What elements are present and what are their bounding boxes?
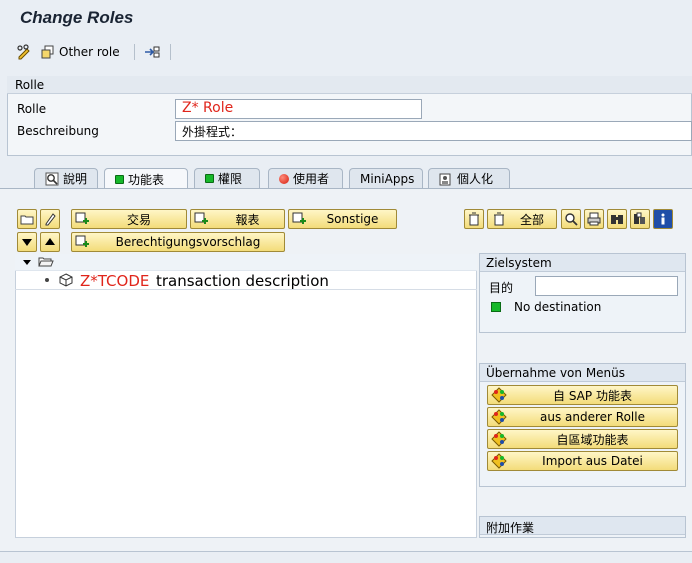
printer-icon (587, 212, 601, 226)
import-area-menu-button[interactable]: 自區域功能表 (487, 429, 678, 449)
add-node-icon (74, 210, 92, 228)
description-label: Beschreibung (17, 124, 99, 138)
tab-personalization[interactable]: 個人化 (428, 168, 510, 188)
toolbar-separator (170, 44, 171, 60)
delete-button[interactable] (464, 209, 484, 229)
other-role-label: Other role (59, 45, 120, 59)
import-menu-icon (490, 386, 508, 404)
tree-node-bullet (45, 278, 49, 282)
import-menu-icon (490, 430, 508, 448)
tab-miniapps[interactable]: MiniApps (349, 168, 423, 188)
authorization-proposal-label: Berechtigungsvorschlag (115, 235, 261, 249)
tab-label: 個人化 (457, 172, 494, 186)
import-from-file-button[interactable]: Import aus Datei (487, 451, 678, 471)
add-node-icon (193, 210, 211, 228)
arrow-up-icon (45, 238, 55, 245)
tab-label: MiniApps (360, 171, 415, 186)
tab-menu[interactable]: 功能表 (104, 168, 188, 189)
tree-row-divider (15, 289, 477, 290)
add-report-label: 報表 (235, 212, 260, 227)
move-down-button[interactable] (17, 232, 37, 252)
tab-description[interactable]: 說明 (34, 168, 98, 188)
rename-button[interactable] (40, 209, 60, 229)
new-folder-button[interactable] (17, 209, 37, 229)
tree-node-description[interactable]: transaction description (156, 272, 329, 290)
arrow-down-icon (22, 239, 32, 246)
pencil-glasses-icon (17, 44, 30, 60)
import-other-role-button[interactable]: aus anderer Rolle (487, 407, 678, 427)
binoculars-button[interactable] (607, 209, 627, 229)
columns-icon (634, 212, 645, 224)
page-title: Change Roles (20, 8, 134, 27)
target-system-header: Zielsystem (480, 254, 685, 272)
tab-label: 使用者 (293, 172, 330, 186)
binoculars-icon (611, 215, 623, 224)
print-button[interactable] (584, 209, 604, 229)
tab-authorizations[interactable]: 權限 (194, 168, 260, 188)
folder-open-icon (38, 255, 54, 271)
role-label: Rolle (17, 102, 47, 116)
hierarchy-button[interactable] (143, 41, 161, 63)
display-change-button[interactable] (16, 41, 32, 63)
find-button[interactable] (561, 209, 581, 229)
info-button[interactable] (653, 209, 673, 229)
tab-label: 功能表 (128, 172, 165, 187)
collapse-icon[interactable] (22, 256, 32, 270)
menu-tree (15, 254, 477, 538)
add-other-label: Sonstige (326, 212, 379, 226)
tab-users[interactable]: 使用者 (268, 168, 343, 188)
tree-node-code[interactable]: Z*TCODE (80, 272, 149, 290)
target-label: 目的 (489, 281, 514, 295)
move-up-button[interactable] (40, 232, 60, 252)
add-node-icon (74, 233, 92, 251)
menu-import-header: Übernahme von Menüs (480, 364, 685, 382)
authorization-proposal-button[interactable]: Berechtigungsvorschlag (71, 232, 285, 252)
tab-label: 權限 (218, 172, 243, 186)
add-other-button[interactable]: Sonstige (288, 209, 397, 229)
pencil-icon (45, 213, 56, 226)
other-object-icon (41, 45, 54, 59)
role-group-header: Rolle (7, 76, 692, 94)
folder-icon (20, 215, 34, 225)
target-input[interactable] (535, 276, 678, 296)
delete-all-button[interactable]: 全部 (487, 209, 557, 229)
additional-activities-panel: 附加作業 (479, 516, 686, 538)
additional-activities-header: 附加作業 (480, 517, 685, 535)
green-status-icon (115, 174, 124, 184)
trash-icon (490, 210, 508, 228)
description-input[interactable]: 外掛程式： (175, 121, 692, 141)
hierarchy-arrow-icon (145, 46, 160, 58)
trash-icon (469, 212, 479, 226)
add-node-icon (291, 210, 309, 228)
import-sap-menu-label: 自 SAP 功能表 (553, 388, 632, 403)
add-transaction-label: 交易 (126, 212, 151, 227)
add-transaction-button[interactable]: 交易 (71, 209, 187, 229)
role-input[interactable]: Z* Role (175, 99, 422, 119)
destination-status: No destination (514, 300, 602, 314)
other-role-button[interactable]: Other role (40, 41, 120, 63)
layout-button[interactable] (630, 209, 650, 229)
import-menu-icon (490, 408, 508, 426)
add-report-button[interactable]: 報表 (190, 209, 285, 229)
delete-all-label: 全部 (519, 212, 544, 227)
import-from-file-label: Import aus Datei (542, 454, 643, 468)
magnifier-icon (565, 213, 578, 226)
tree-root-row[interactable] (15, 254, 477, 271)
import-menu-icon (490, 452, 508, 470)
import-sap-menu-button[interactable]: 自 SAP 功能表 (487, 385, 678, 405)
info-icon (656, 212, 670, 226)
toolbar-separator (134, 44, 135, 60)
personalize-icon (439, 173, 451, 185)
import-other-role-label: aus anderer Rolle (540, 410, 645, 424)
import-area-menu-label: 自區域功能表 (556, 432, 629, 447)
tab-label: 說明 (63, 172, 88, 186)
red-status-icon (279, 173, 289, 184)
magnifier-icon (45, 172, 59, 185)
green-status-icon (491, 302, 501, 312)
green-status-icon (205, 174, 214, 183)
